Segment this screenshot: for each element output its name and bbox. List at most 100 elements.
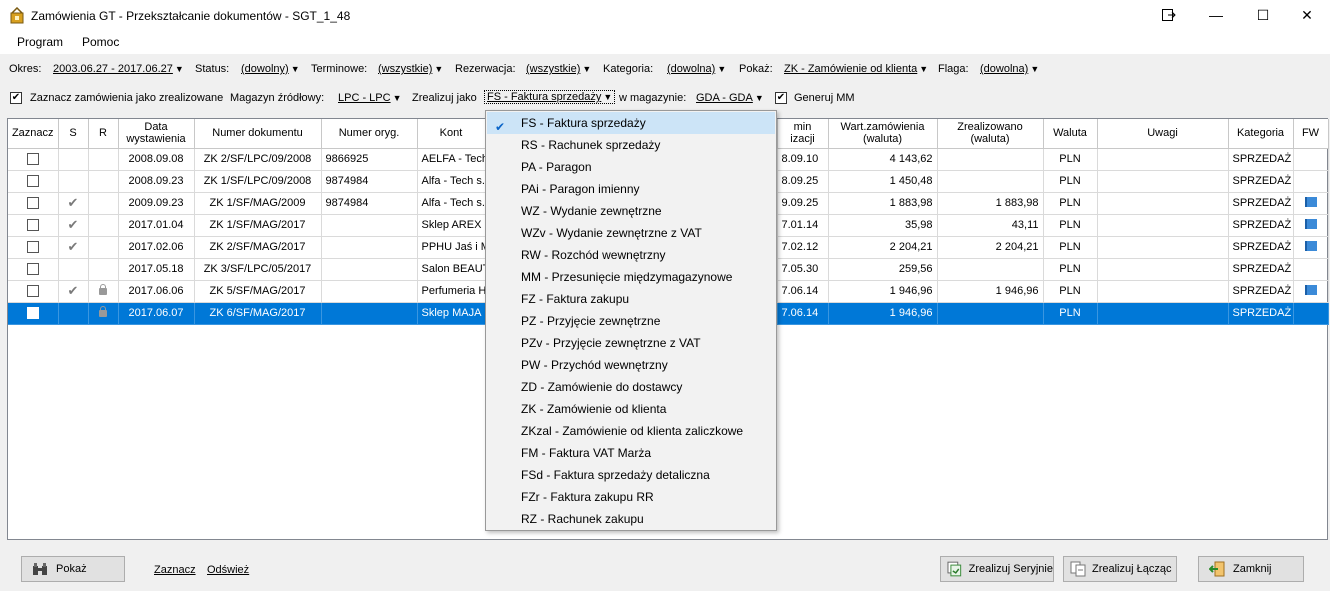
cell-numer: ZK 2/SF/MAG/2017 xyxy=(194,236,322,259)
dropdown-option[interactable]: RS - Rachunek sprzedaży xyxy=(487,134,775,156)
dropdown-option[interactable]: FZ - Faktura zakupu xyxy=(487,288,775,310)
header-s[interactable]: S xyxy=(58,119,89,149)
cell-r xyxy=(88,148,119,171)
header-zaznacz[interactable]: Zaznacz xyxy=(8,119,59,149)
cell-termin: 8.09.25 xyxy=(777,170,829,193)
dropdown-option[interactable]: PAi - Paragon imienny xyxy=(487,178,775,200)
dropdown-option-label: WZv - Wydanie zewnętrzne z VAT xyxy=(521,226,702,240)
dropdown-option[interactable]: WZ - Wydanie zewnętrzne xyxy=(487,200,775,222)
mark-link[interactable]: Zaznacz xyxy=(154,564,196,576)
realize-merge-button[interactable]: Zrealizuj Łącząc xyxy=(1063,556,1177,582)
row-checkbox-cell[interactable] xyxy=(8,192,59,215)
header-numer[interactable]: Numer dokumentu xyxy=(194,119,322,149)
dropdown-option[interactable]: FM - Faktura VAT Marża xyxy=(487,442,775,464)
header-uwagi[interactable]: Uwagi xyxy=(1097,119,1229,149)
terminowe-dropdown[interactable]: (wszystkie) xyxy=(378,63,443,75)
cell-r xyxy=(88,280,119,303)
dropdown-option[interactable]: PZv - Przyjęcie zewnętrzne z VAT xyxy=(487,332,775,354)
row-checkbox[interactable] xyxy=(26,241,39,254)
row-checkbox[interactable] xyxy=(26,263,39,276)
minimize-button[interactable]: — xyxy=(1193,0,1239,30)
header-termin[interactable]: min izacji xyxy=(777,119,829,149)
row-checkbox[interactable] xyxy=(26,197,39,210)
dropdown-option[interactable]: RW - Rozchód wewnętrzny xyxy=(487,244,775,266)
cell-s xyxy=(58,258,89,281)
close-button-label: Zamknij xyxy=(1233,563,1272,575)
rezerwacja-dropdown[interactable]: (wszystkie) xyxy=(526,63,591,75)
cell-waluta: PLN xyxy=(1043,302,1098,325)
header-numer-oryg[interactable]: Numer oryg. xyxy=(321,119,418,149)
dropdown-option[interactable]: PW - Przychód wewnętrzny xyxy=(487,354,775,376)
target-warehouse-dropdown[interactable]: GDA - GDA xyxy=(696,92,764,104)
dropdown-option-label: FZr - Faktura zakupu RR xyxy=(521,490,654,504)
row-checkbox[interactable] xyxy=(26,307,39,320)
cell-termin: 7.06.14 xyxy=(777,302,829,325)
header-data[interactable]: Data wystawienia xyxy=(118,119,195,149)
header-waluta[interactable]: Waluta xyxy=(1043,119,1098,149)
cell-oryg: 9874984 xyxy=(321,170,418,193)
realize-serial-button[interactable]: Zrealizuj Seryjnie xyxy=(940,556,1054,582)
row-checkbox[interactable] xyxy=(26,219,39,232)
dropdown-option-label: PZ - Przyjęcie zewnętrzne xyxy=(521,314,661,328)
row-checkbox-cell[interactable] xyxy=(8,258,59,281)
dropdown-option[interactable]: MM - Przesunięcie międzymagazynowe xyxy=(487,266,775,288)
dropdown-option[interactable]: ✔ FS - Faktura sprzedaży xyxy=(487,112,775,134)
row-checkbox[interactable] xyxy=(26,175,39,188)
cell-data: 2017.02.06 xyxy=(118,236,195,259)
menu-help[interactable]: Pomoc xyxy=(82,35,119,49)
pokaz-dropdown[interactable]: ZK - Zamówienie od klienta xyxy=(784,63,928,75)
row-checkbox-cell[interactable] xyxy=(8,170,59,193)
row-checkbox-cell[interactable] xyxy=(8,236,59,259)
cell-oryg xyxy=(321,214,418,237)
dropdown-option-label: FS - Faktura sprzedaży xyxy=(521,116,646,130)
cell-kategoria: SPRZEDAŻ xyxy=(1228,280,1294,303)
cell-kategoria: SPRZEDAŻ xyxy=(1228,192,1294,215)
status-dropdown[interactable]: (dowolny) xyxy=(241,63,300,75)
refresh-link[interactable]: Odśwież xyxy=(207,564,249,576)
dropdown-option[interactable]: ZK - Zamówienie od klienta xyxy=(487,398,775,420)
close-window-button[interactable]: ✕ xyxy=(1284,0,1330,30)
period-dropdown[interactable]: 2003.06.27 - 2017.06.27 xyxy=(53,63,184,75)
dropdown-option[interactable]: ZD - Zamówienie do dostawcy xyxy=(487,376,775,398)
flaga-dropdown[interactable]: (dowolna) xyxy=(980,63,1039,75)
menu-program[interactable]: Program xyxy=(17,35,63,49)
header-kontrahent[interactable]: Kont xyxy=(417,119,486,149)
rezerwacja-label: Rezerwacja: xyxy=(455,63,516,75)
show-button[interactable]: Pokaż xyxy=(21,556,125,582)
row-checkbox[interactable] xyxy=(26,285,39,298)
maximize-button[interactable]: ☐ xyxy=(1240,0,1286,30)
row-checkbox-cell[interactable] xyxy=(8,302,59,325)
restore-icon[interactable] xyxy=(1146,0,1192,30)
row-checkbox-cell[interactable] xyxy=(8,214,59,237)
header-wart[interactable]: Wart.zamówienia (waluta) xyxy=(828,119,938,149)
source-warehouse-label: Magazyn źródłowy: xyxy=(230,92,325,104)
cell-zreal xyxy=(937,148,1044,171)
row-checkbox-cell[interactable] xyxy=(8,280,59,303)
cell-s xyxy=(58,302,89,325)
dropdown-option[interactable]: FSd - Faktura sprzedaży detaliczna xyxy=(487,464,775,486)
dropdown-option-label: WZ - Wydanie zewnętrzne xyxy=(521,204,662,218)
cell-uwagi xyxy=(1097,258,1229,281)
header-fw[interactable]: FW xyxy=(1293,119,1329,149)
generate-mm-checkbox[interactable]: ✔ xyxy=(775,92,787,104)
close-button[interactable]: Zamknij xyxy=(1198,556,1304,582)
cell-r xyxy=(88,258,119,281)
row-checkbox-cell[interactable] xyxy=(8,148,59,171)
kategoria-dropdown[interactable]: (dowolna) xyxy=(667,63,726,75)
cell-zreal xyxy=(937,258,1044,281)
dropdown-option[interactable]: ZKzal - Zamówienie od klienta zaliczkowe xyxy=(487,420,775,442)
header-kategoria[interactable]: Kategoria xyxy=(1228,119,1294,149)
mark-realized-checkbox[interactable]: ✔ xyxy=(10,92,22,104)
header-zreal[interactable]: Zrealizowano (waluta) xyxy=(937,119,1044,149)
dropdown-option[interactable]: PA - Paragon xyxy=(487,156,775,178)
row-checkbox[interactable] xyxy=(26,153,39,166)
cell-uwagi xyxy=(1097,170,1229,193)
dropdown-option-label: PW - Przychód wewnętrzny xyxy=(521,358,668,372)
dropdown-option[interactable]: FZr - Faktura zakupu RR xyxy=(487,486,775,508)
dropdown-option[interactable]: RZ - Rachunek zakupu xyxy=(487,508,775,530)
realize-as-dropdown[interactable]: FS - Faktura sprzedaży xyxy=(484,90,616,104)
header-r[interactable]: R xyxy=(88,119,119,149)
dropdown-option[interactable]: PZ - Przyjęcie zewnętrzne xyxy=(487,310,775,332)
dropdown-option[interactable]: WZv - Wydanie zewnętrzne z VAT xyxy=(487,222,775,244)
source-warehouse-dropdown[interactable]: LPC - LPC xyxy=(338,92,402,104)
